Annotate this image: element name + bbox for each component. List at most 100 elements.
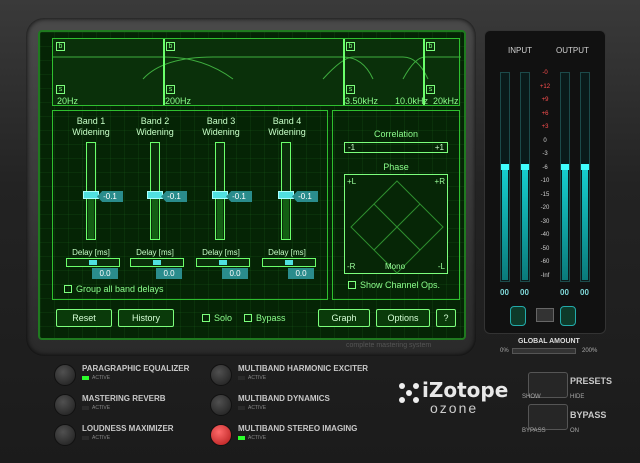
izotope-logo-icon [396,380,422,406]
band-3-widening-value: -0.1 [226,191,252,202]
band-4-widening-value: -0.1 [292,191,318,202]
output-gain-knob[interactable] [560,306,576,326]
active-label: ACTIVE [92,405,111,411]
show-channel-ops-label: Show Channel Ops. [360,280,441,290]
band-3-delay-slider[interactable] [196,258,250,267]
band-2-solo[interactable]: s [166,85,175,94]
band-2-widening-slider[interactable] [147,142,163,240]
output-left-readout: 00 [560,288,569,297]
group-delays-checkbox[interactable] [64,285,72,293]
help-button[interactable]: ? [436,309,456,327]
input-left-readout: 00 [500,288,509,297]
band-1-widening-slider[interactable] [83,142,99,240]
presets-label: PRESETS [570,376,613,386]
brand-logo: iZotope [422,378,509,402]
freq-label-20khz: 20kHz [433,96,459,106]
show-channel-ops-checkbox[interactable] [348,281,356,289]
reverb-power-button[interactable] [54,394,76,416]
correlation-title: Correlation [373,129,419,139]
dynamics-active-led [238,406,245,410]
db-scale-tick: -0 [542,70,548,76]
active-label: ACTIVE [92,435,111,441]
input-meter-left [500,72,510,282]
band-1-solo[interactable]: s [56,85,65,94]
band-4-widening-slider[interactable] [278,142,294,240]
correlation-meter: -1 +1 [344,142,448,153]
band-2-delay-label: Delay [ms] [136,248,174,257]
module-name: LOUDNESS MAXIMIZER [82,424,174,433]
presets-hide-label: HIDE [570,394,585,400]
exciter-power-button[interactable] [210,364,232,386]
active-label: ACTIVE [248,375,267,381]
module-name: MASTERING REVERB [82,394,166,403]
band-2-slider-thumb[interactable] [147,191,163,199]
freq-label-20hz: 20Hz [57,96,79,106]
group-delays-label: Group all band delays [76,284,164,294]
db-scale-tick: -3 [542,151,548,157]
graph-button[interactable]: Graph [318,309,370,327]
band-1-toggle[interactable]: b [56,42,65,51]
correlation-min: -1 [348,143,356,152]
band-4-slider-thumb[interactable] [278,191,294,199]
band-1-delay-value: 0.0 [92,268,118,279]
db-scale-tick: +3 [541,124,549,130]
reset-button[interactable]: Reset [56,309,112,327]
maximizer-power-button[interactable] [54,424,76,446]
eq-active-led [82,376,89,380]
global-amount-slider[interactable] [512,348,576,354]
band-3-widening-slider[interactable] [212,142,228,240]
input-gain-knob[interactable] [510,306,526,326]
band-3-toggle[interactable]: b [346,42,355,51]
module-name: MULTIBAND STEREO IMAGING [238,424,358,433]
output-meter-label: OUTPUT [556,46,589,55]
solo-checkbox[interactable] [202,314,210,322]
db-scale-tick: +9 [541,97,549,103]
phase-label-mono: Mono [385,262,406,271]
band-1-widening-value: -0.1 [97,191,123,202]
band-1-delay-slider[interactable] [66,258,120,267]
eq-power-button[interactable] [54,364,76,386]
history-button[interactable]: History [118,309,174,327]
band-3-solo[interactable]: s [346,85,355,94]
band-3-slider-thumb[interactable] [212,191,228,199]
band-4-title: Band 4 Widening [268,116,306,137]
db-scale-tick: +6 [541,110,549,117]
maximizer-active-led [82,436,89,440]
band-3-title: Band 3 Widening [202,116,240,137]
input-meter-label: INPUT [508,46,532,55]
input-meter-right [520,72,530,282]
phase-title: Phase [383,162,409,172]
freq-label-200hz: 200Hz [165,96,192,106]
bypass-checkbox[interactable] [244,314,252,322]
module-name: MULTIBAND HARMONIC EXCITER [238,364,369,373]
band-2-widening-value: -0.1 [161,191,187,202]
imaging-power-button[interactable] [210,424,232,446]
tagline: complete mastering system [346,342,432,349]
options-button[interactable]: Options [376,309,430,327]
db-scale-tick: -40 [540,232,550,238]
db-scale-tick: -15 [540,191,550,198]
global-amount-min: 0% [500,348,509,354]
bypass-label: Bypass [256,313,286,323]
band-2-toggle[interactable]: b [166,42,175,51]
product-logo: ozone [430,400,479,416]
bypass-main-label: BYPASS [570,410,607,420]
band-4-delay-slider[interactable] [262,258,316,267]
db-scale-tick: 0 [543,137,547,144]
output-right-readout: 00 [580,288,589,297]
db-scale-tick: -Inf [540,272,550,279]
bypass-button[interactable] [528,404,568,430]
band-2-delay-slider[interactable] [130,258,184,267]
freq-label-10khz: 10.0kHz [395,96,429,106]
band-4-solo[interactable]: s [426,85,435,94]
module-name: PARAGRAPHIC EQUALIZER [82,364,190,373]
bypass-small-label: BYPASS [522,428,546,434]
link-meters-button[interactable] [536,308,554,322]
dynamics-power-button[interactable] [210,394,232,416]
band-1-slider-thumb[interactable] [83,191,99,199]
db-scale-tick: -50 [540,245,550,252]
band-4-toggle[interactable]: b [426,42,435,51]
db-scale-tick: +12 [539,83,551,90]
freq-label-3-5khz: 3.50kHz [345,96,379,106]
active-label: ACTIVE [92,375,111,381]
